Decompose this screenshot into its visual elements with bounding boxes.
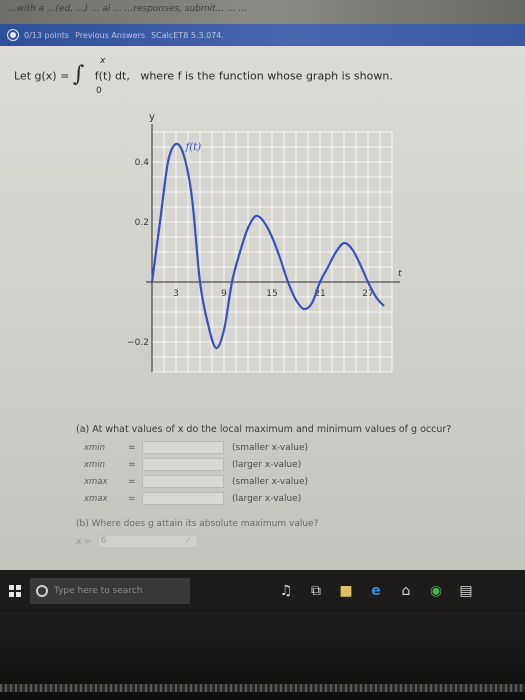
- answer-note: (larger x-value): [232, 493, 302, 504]
- edge-browser-icon[interactable]: e: [368, 583, 384, 599]
- xmin-smaller-input[interactable]: [142, 441, 224, 454]
- var-label: xmin: [84, 442, 106, 453]
- var-label: xmin: [84, 459, 106, 470]
- taskbar-icons: ♫ ⧉ ■ e ⌂ ◉ ▤: [278, 583, 474, 599]
- xmax-smaller-input[interactable]: [142, 475, 224, 488]
- part-a-heading: (a) At what values of x do the local max…: [76, 424, 452, 435]
- answer-row-4: xmax = (larger x-value): [76, 490, 516, 507]
- home-icon[interactable]: ⌂: [398, 583, 414, 599]
- windows-icon: [9, 585, 21, 597]
- question-text: Let g(x) = ∫ x 0 f(t) dt, where f is the…: [14, 56, 393, 96]
- question-prefix: Let g(x) =: [14, 69, 70, 83]
- x-tick-label: 15: [266, 289, 277, 299]
- answer-note: (larger x-value): [232, 459, 302, 470]
- upper-limit: x: [100, 56, 106, 66]
- chrome-icon[interactable]: ◉: [428, 583, 444, 599]
- answer-row-2: xmin = (larger x-value): [76, 456, 516, 473]
- windows-taskbar: Type here to search ♫ ⧉ ■ e ⌂ ◉ ▤: [0, 570, 525, 612]
- answer-row-1: xmin = (smaller x-value): [76, 439, 516, 456]
- checkmark-icon: ✓: [184, 535, 193, 546]
- radio-icon[interactable]: [8, 30, 18, 40]
- lower-limit: 0: [96, 86, 102, 96]
- taskbar-search[interactable]: Type here to search: [30, 578, 190, 604]
- search-placeholder: Type here to search: [54, 586, 143, 596]
- task-view-icon[interactable]: ⧉: [308, 583, 324, 599]
- equals-sign: =: [128, 442, 136, 453]
- y-tick-label: 0.4: [135, 158, 150, 168]
- homework-header-bar: 0/13 points Previous Answers SCalcET8 5.…: [0, 24, 525, 46]
- part-b-prefix: x =: [76, 536, 92, 547]
- equals-sign: =: [128, 493, 136, 504]
- integrand: f(t) dt,: [94, 69, 130, 83]
- part-b-answer-row: x = 6 ✓: [76, 535, 516, 548]
- x-tick-label: 9: [221, 289, 227, 299]
- browser-tab-text: ...with a ...(ed, ...) ... al ... ...res…: [8, 4, 248, 14]
- browser-tab-strip: ...with a ...(ed, ...) ... al ... ...res…: [0, 0, 525, 24]
- store-icon[interactable]: ▤: [458, 583, 474, 599]
- answer-note: (smaller x-value): [232, 442, 309, 453]
- cortana-icon: [36, 585, 48, 597]
- y-tick-label: −0.2: [127, 338, 149, 348]
- x-tick-label: 3: [173, 289, 179, 299]
- microphone-icon[interactable]: ♫: [278, 583, 294, 599]
- var-label: xmax: [84, 476, 108, 487]
- x-axis-label: t: [398, 269, 402, 279]
- function-graph: 3 9 15 21 270.40.2−0.2 y t f(t): [127, 112, 402, 373]
- laptop-bezel: [0, 612, 525, 700]
- question-suffix: where f is the function whose graph is s…: [140, 69, 393, 83]
- answer-section: (a) At what values of x do the local max…: [76, 424, 516, 548]
- absolute-max-input[interactable]: 6 ✓: [97, 535, 198, 548]
- xmin-larger-input[interactable]: [142, 458, 224, 471]
- y-tick-label: 0.2: [135, 218, 149, 228]
- var-label: xmax: [84, 493, 108, 504]
- answer-row-3: xmax = (smaller x-value): [76, 473, 516, 490]
- absolute-max-value: 6: [100, 536, 107, 546]
- curve-label: f(t): [185, 142, 202, 153]
- equals-sign: =: [128, 459, 136, 470]
- file-explorer-icon[interactable]: ■: [338, 583, 354, 599]
- previous-answers-link[interactable]: Previous Answers: [75, 31, 145, 40]
- start-button[interactable]: [4, 576, 26, 606]
- y-axis-label: y: [149, 112, 155, 123]
- answer-note: (smaller x-value): [232, 476, 309, 487]
- keyboard-edge: [0, 684, 525, 692]
- part-b-heading: (b) Where does g attain its absolute max…: [76, 519, 319, 529]
- question-panel: Let g(x) = ∫ x 0 f(t) dt, where f is the…: [0, 46, 525, 570]
- points-text: 0/13 points: [24, 30, 70, 40]
- xmax-larger-input[interactable]: [142, 492, 224, 505]
- equals-sign: =: [128, 476, 136, 487]
- problem-code: SCalcET8 5.3.074.: [151, 30, 224, 40]
- integral-symbol: ∫: [72, 62, 85, 87]
